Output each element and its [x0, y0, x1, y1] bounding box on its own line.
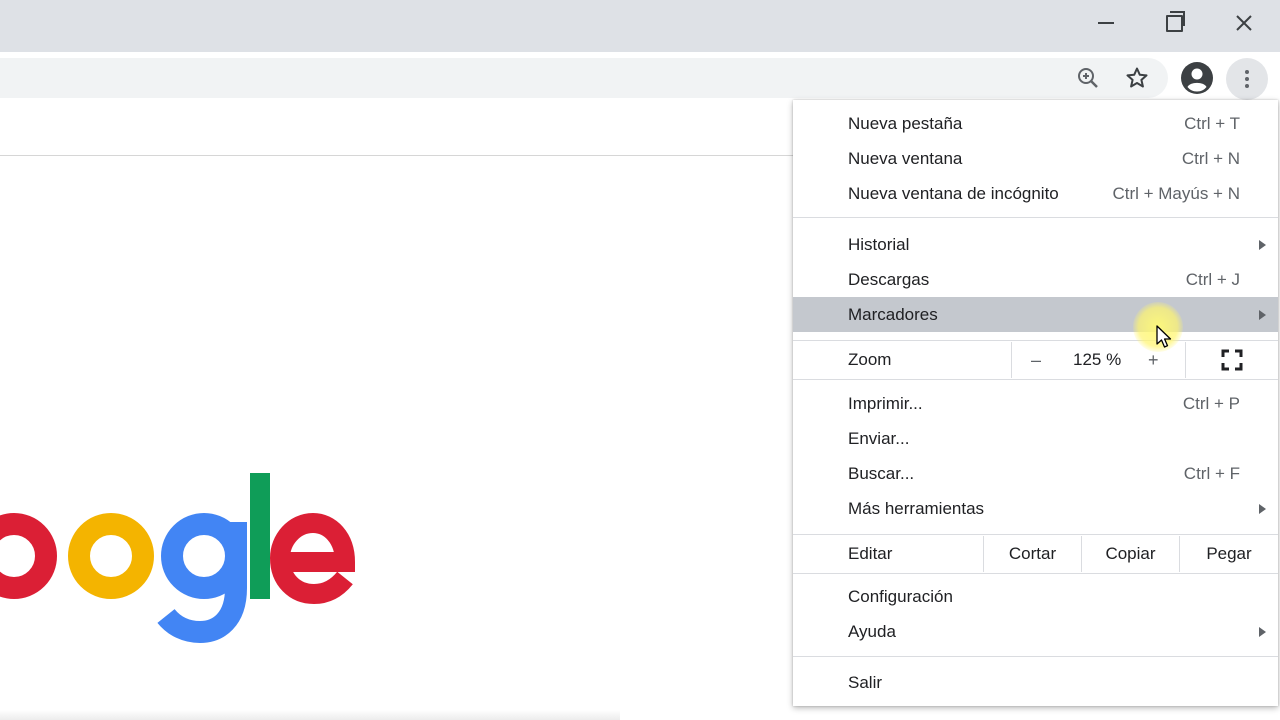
zoom-in-button[interactable]: + — [1148, 350, 1159, 371]
menu-item-label: Más herramientas — [848, 498, 985, 518]
menu-item-label: Historial — [848, 234, 910, 254]
menu-item-zoom: Zoom – 125 % + — [793, 342, 1278, 378]
menu-item-label: Buscar... — [848, 463, 915, 483]
browser-toolbar — [0, 52, 1280, 102]
paste-button[interactable]: Pegar — [1180, 536, 1278, 572]
menu-separator — [793, 534, 1278, 535]
menu-separator — [793, 656, 1278, 657]
menu-item-label: Enviar... — [848, 428, 910, 448]
menu-item-label: Nueva pestaña — [848, 113, 963, 133]
menu-separator — [793, 217, 1278, 218]
minimize-icon — [1098, 22, 1114, 24]
address-bar[interactable] — [0, 58, 1168, 98]
zoom-divider — [1185, 342, 1186, 378]
menu-item-label: Salir — [848, 672, 883, 692]
menu-item-shortcut: Ctrl + T — [1184, 113, 1240, 133]
menu-item-print[interactable]: Imprimir... Ctrl + P — [793, 386, 1278, 421]
menu-item-label: Descargas — [848, 269, 930, 289]
chrome-main-menu: Nueva pestaña Ctrl + T Nueva ventana Ctr… — [793, 100, 1278, 706]
menu-item-label: Nueva ventana de incógnito — [848, 183, 1059, 203]
more-menu-icon — [1245, 70, 1249, 74]
menu-item-more-tools[interactable]: Más herramientas — [793, 491, 1278, 526]
menu-item-new-window[interactable]: Nueva ventana Ctrl + N — [793, 141, 1278, 176]
more-menu-button[interactable] — [1226, 58, 1268, 100]
menu-item-settings[interactable]: Configuración — [793, 579, 1278, 614]
menu-item-shortcut: Ctrl + Mayús + N — [1112, 183, 1240, 203]
menu-item-shortcut: Ctrl + F — [1183, 463, 1240, 483]
menu-item-shortcut: Ctrl + P — [1182, 393, 1240, 413]
menu-item-cast[interactable]: Enviar... — [793, 421, 1278, 456]
submenu-arrow-icon — [1259, 309, 1266, 320]
submenu-arrow-icon — [1259, 626, 1266, 637]
menu-item-label: Nueva ventana — [848, 148, 963, 168]
menu-item-shortcut: Ctrl + J — [1185, 269, 1240, 289]
cut-button[interactable]: Cortar — [984, 536, 1081, 572]
content-divider — [0, 155, 800, 156]
title-bar — [0, 0, 1280, 52]
menu-item-downloads[interactable]: Descargas Ctrl + J — [793, 262, 1278, 297]
submenu-arrow-icon — [1259, 239, 1266, 250]
zoom-button[interactable] — [1072, 62, 1104, 94]
more-menu-dot — [1245, 77, 1249, 81]
close-icon — [1236, 15, 1252, 31]
star-icon — [1126, 67, 1148, 88]
menu-separator — [793, 340, 1278, 341]
copy-button[interactable]: Copiar — [1082, 536, 1179, 572]
menu-separator — [793, 573, 1278, 574]
zoom-icon — [1078, 68, 1098, 88]
menu-item-find[interactable]: Buscar... Ctrl + F — [793, 456, 1278, 491]
menu-item-edit: Editar Cortar Copiar Pegar — [793, 536, 1278, 572]
menu-item-label: Ayuda — [848, 621, 896, 641]
restore-icon — [1165, 10, 1185, 32]
close-button[interactable] — [1210, 0, 1278, 46]
menu-item-help[interactable]: Ayuda — [793, 614, 1278, 649]
menu-item-label: Configuración — [848, 586, 953, 606]
menu-item-label: Zoom — [848, 350, 892, 369]
more-menu-dot — [1245, 84, 1249, 88]
menu-item-new-tab[interactable]: Nueva pestaña Ctrl + T — [793, 106, 1278, 141]
google-logo — [0, 473, 356, 644]
menu-item-label: Imprimir... — [848, 393, 923, 413]
zoom-out-button[interactable]: – — [1031, 350, 1041, 371]
profile-icon — [1181, 62, 1213, 94]
bottom-shadow — [0, 710, 620, 720]
submenu-arrow-icon — [1259, 503, 1266, 514]
menu-item-exit[interactable]: Salir — [793, 665, 1278, 700]
zoom-level: 125 % — [1073, 350, 1122, 369]
menu-item-shortcut: Ctrl + N — [1181, 148, 1240, 168]
restore-button[interactable] — [1140, 0, 1208, 46]
menu-separator — [793, 379, 1278, 380]
menu-item-label: Marcadores — [848, 304, 938, 324]
mouse-cursor-icon — [1156, 325, 1172, 348]
menu-item-label: Editar — [848, 544, 893, 563]
menu-item-incognito[interactable]: Nueva ventana de incógnito Ctrl + Mayús … — [793, 176, 1278, 211]
profile-button[interactable] — [1180, 61, 1214, 95]
menu-item-bookmarks[interactable]: Marcadores — [793, 297, 1278, 332]
minimize-button[interactable] — [1072, 0, 1140, 46]
bookmark-star-button[interactable] — [1121, 62, 1153, 94]
zoom-divider — [1011, 342, 1012, 378]
fullscreen-icon[interactable] — [1221, 349, 1243, 371]
menu-item-history[interactable]: Historial — [793, 227, 1278, 262]
